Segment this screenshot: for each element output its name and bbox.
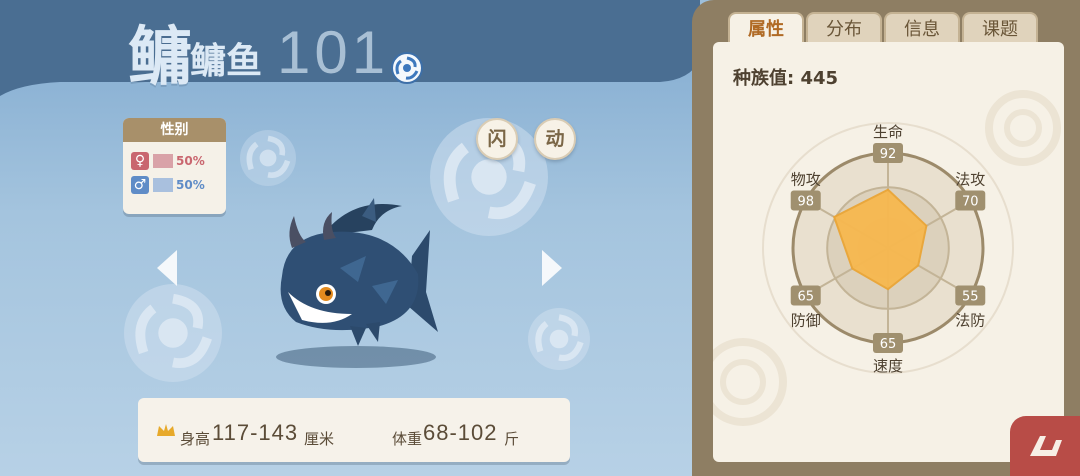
tab-distribution[interactable]: 分布: [806, 12, 882, 46]
previous-arrow-icon[interactable]: [157, 250, 177, 286]
background-swirl-decoration: [124, 284, 222, 382]
stat-name: 速度: [873, 357, 903, 375]
crown-icon: [157, 424, 175, 436]
return-arrow-icon: [1030, 436, 1062, 456]
male-row: ♂ 50%: [131, 176, 205, 194]
stat-name: 物攻: [791, 171, 821, 189]
height-label: 身高: [180, 430, 211, 448]
move-button[interactable]: 动: [534, 118, 576, 160]
stat-value: 55: [962, 290, 979, 305]
female-bar: [153, 154, 173, 168]
female-row: ♀ 50%: [131, 152, 205, 170]
race-value-total: 种族值: 445: [733, 68, 839, 89]
next-arrow-icon[interactable]: [542, 250, 562, 286]
stat-name: 法攻: [955, 171, 985, 189]
return-button[interactable]: [1010, 416, 1080, 476]
water-swirl-icon[interactable]: [391, 52, 423, 84]
female-percent: 50%: [176, 154, 205, 168]
stat-value: 65: [880, 337, 897, 352]
height-unit: 厘米: [304, 430, 335, 448]
attributes-card: 种族值: 445 92 生命 70 法攻 55 法防 65 速度 65 防御 98 物攻: [713, 42, 1064, 462]
stat-name: 法防: [955, 312, 985, 330]
stat-name: 防御: [791, 312, 821, 330]
stat-name: 生命: [873, 123, 903, 141]
size-panel: 身高 117-143 厘米 体重 68-102 斤: [138, 398, 570, 462]
stats-radar-chart: 92 生命 70 法攻 55 法防 65 速度 65 防御 98 物攻: [762, 122, 1014, 375]
tab-tasks[interactable]: 课题: [962, 12, 1038, 46]
male-icon: ♂: [131, 176, 149, 194]
creature-sprite: [280, 198, 438, 346]
weight-label: 体重: [392, 430, 423, 448]
stat-value: 98: [797, 195, 814, 210]
height-value: 117-143: [212, 420, 299, 445]
tab-info[interactable]: 信息: [884, 12, 960, 46]
female-icon: ♀: [131, 152, 149, 170]
pet-name-large: 鳙: [128, 20, 194, 95]
background-swirl-decoration: [240, 130, 296, 186]
pet-name: 鳙鱼: [190, 41, 263, 82]
stat-value: 92: [880, 147, 897, 162]
pet-display-area: 鳙 鳙鱼 101 性别 ♀ 50% ♂ 50% 闪 动 身高 117-143 厘…: [0, 0, 700, 476]
pet-number: 101: [277, 19, 390, 86]
flash-button[interactable]: 闪: [476, 118, 518, 160]
male-bar: [153, 178, 173, 192]
weight-unit: 斤: [504, 430, 520, 448]
gender-card: 性别 ♀ 50% ♂ 50%: [123, 118, 226, 214]
stat-value: 65: [797, 290, 814, 305]
male-percent: 50%: [176, 178, 205, 192]
gender-title: 性别: [123, 118, 226, 142]
background-swirl-decoration: [528, 308, 590, 370]
stat-value: 70: [962, 195, 979, 210]
weight-value: 68-102: [423, 420, 498, 445]
